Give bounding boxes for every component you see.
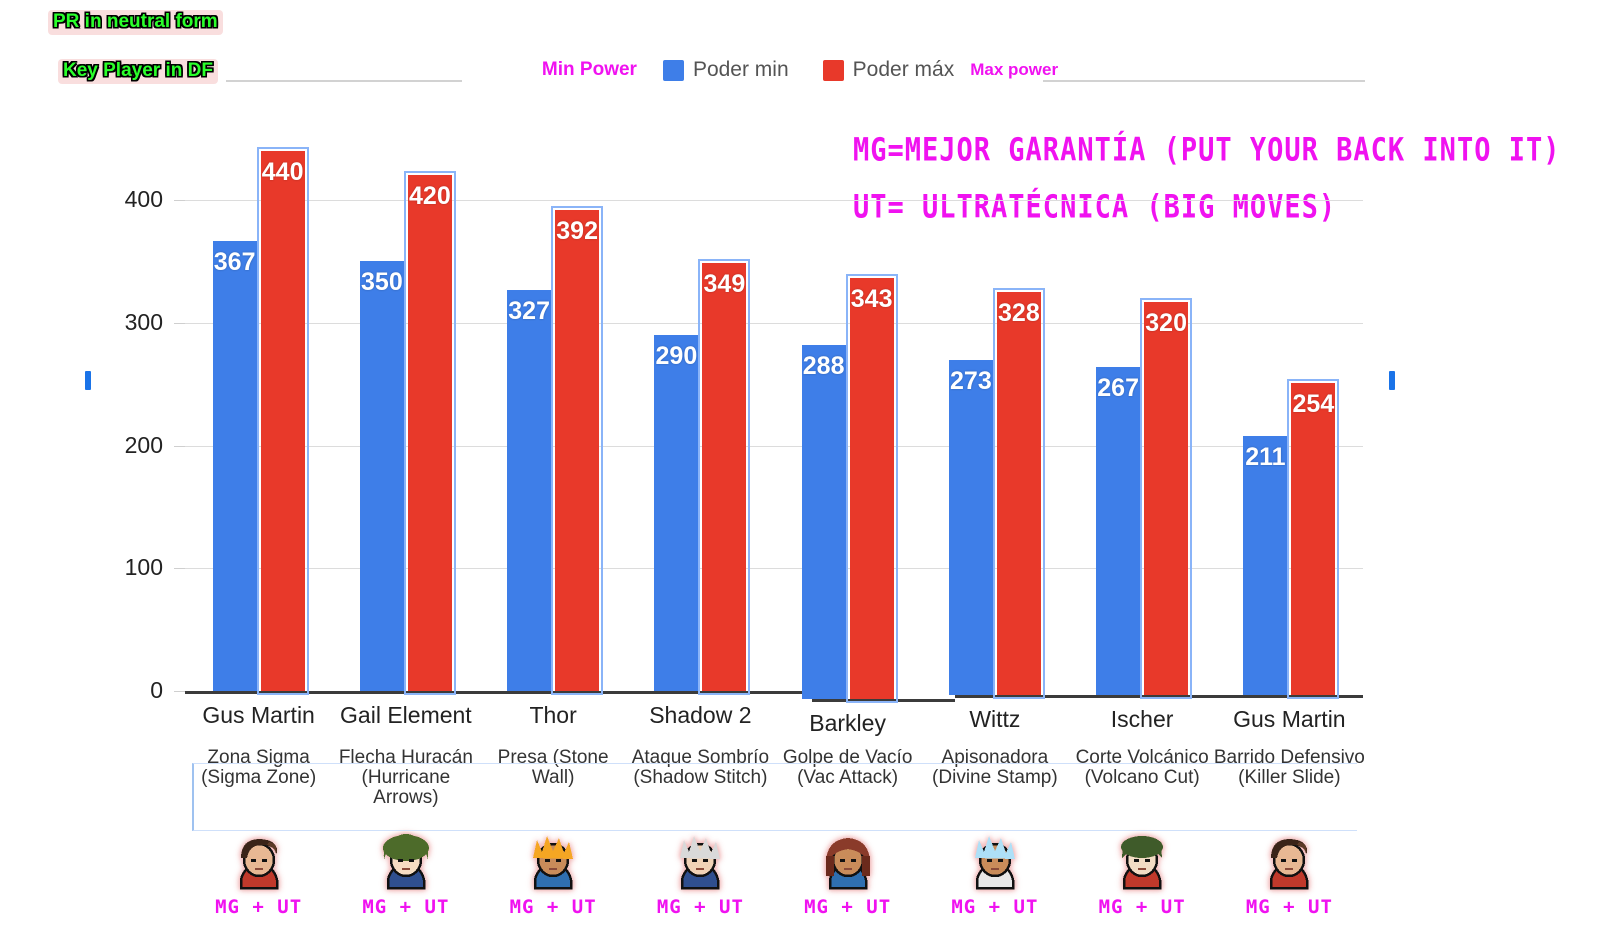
character-avatar-icon <box>1259 832 1319 894</box>
bar-poder-max[interactable]: 320 <box>1140 298 1193 699</box>
bar-value-label: 290 <box>655 342 698 371</box>
bar-value-label: 350 <box>361 268 403 297</box>
character-avatar-icon <box>1112 832 1172 894</box>
x-axis-category-label: Barkley <box>809 710 886 736</box>
bar-value-label: 328 <box>998 299 1040 328</box>
bar-poder-max[interactable]: 328 <box>992 288 1045 699</box>
x-axis-category-label: Gail Element <box>340 702 472 728</box>
x-axis-line <box>812 699 955 702</box>
y-axis-tick <box>174 568 185 570</box>
character-avatar-icon <box>376 832 436 894</box>
character-avatar-icon <box>523 832 583 894</box>
y-axis-tick <box>174 691 185 692</box>
move-name-band <box>192 763 1357 831</box>
bar-value-label: 327 <box>508 296 550 325</box>
bar-poder-max[interactable]: 254 <box>1287 379 1340 699</box>
bar-poder-min[interactable]: 290 <box>654 335 699 691</box>
bar-poder-max[interactable]: 420 <box>403 171 456 695</box>
move-type-tag: MG + UT <box>1245 896 1333 918</box>
y-axis-tick <box>174 445 185 447</box>
bar-value-label: 320 <box>1145 309 1187 338</box>
bar-poder-min[interactable]: 327 <box>507 289 552 691</box>
x-axis-category-label: Gus Martin <box>202 702 315 728</box>
y-axis-label: 400 <box>124 186 163 212</box>
x-axis-line <box>955 695 1363 698</box>
bar-poder-max[interactable]: 440 <box>256 146 309 696</box>
bar-poder-max[interactable]: 349 <box>698 258 751 696</box>
bar-poder-min[interactable]: 267 <box>1096 367 1141 695</box>
character-avatar-icon <box>229 832 289 894</box>
move-type-tag: MG + UT <box>804 896 892 918</box>
bar-poder-min[interactable]: 367 <box>212 240 257 691</box>
gridline <box>185 200 1363 201</box>
move-type-tag: MG + UT <box>951 896 1039 918</box>
bar-poder-max[interactable]: 343 <box>845 273 898 704</box>
bar-poder-min[interactable]: 273 <box>948 359 993 695</box>
bar-value-label: 440 <box>261 157 304 186</box>
chart-resize-handle-right[interactable] <box>1389 371 1395 390</box>
bar-value-label: 367 <box>213 247 256 276</box>
character-avatar-icon <box>818 832 878 894</box>
bar-value-label: 420 <box>409 182 451 211</box>
x-axis-category-label: Gus Martin <box>1233 706 1346 732</box>
character-avatar-icon <box>965 832 1025 894</box>
move-type-tag: MG + UT <box>656 896 744 918</box>
y-axis-label: 0 <box>150 677 163 703</box>
bar-value-label: 288 <box>802 352 845 381</box>
chart-resize-handle-left[interactable] <box>85 371 91 390</box>
bar-value-label: 392 <box>556 216 598 245</box>
x-axis-line <box>185 691 812 694</box>
bar-value-label: 267 <box>1097 374 1139 403</box>
y-axis-label: 100 <box>124 554 163 581</box>
character-avatar-icon <box>670 832 730 894</box>
bar-value-label: 254 <box>1292 390 1335 419</box>
bar-value-label: 349 <box>703 269 746 298</box>
x-axis-category-label: Ischer <box>1110 706 1174 732</box>
y-axis-tick <box>174 200 185 201</box>
move-type-tag: MG + UT <box>509 896 597 918</box>
move-type-tag: MG + UT <box>362 896 450 918</box>
bar-poder-min[interactable]: 288 <box>801 345 846 699</box>
x-axis-category-label: Shadow 2 <box>649 702 752 728</box>
bar-value-label: 343 <box>850 284 893 313</box>
bar-value-label: 211 <box>1245 443 1286 471</box>
bar-poder-min[interactable]: 211 <box>1243 436 1288 695</box>
move-type-tag: MG + UT <box>1098 896 1186 918</box>
bar-poder-min[interactable]: 350 <box>359 261 404 691</box>
y-axis-label: 200 <box>124 431 163 458</box>
y-axis-label: 300 <box>124 308 163 335</box>
bar-value-label: 273 <box>950 366 992 395</box>
y-axis-tick <box>174 322 185 324</box>
move-type-tag: MG + UT <box>215 896 303 918</box>
x-axis-category-label: Wittz <box>969 706 1021 732</box>
bar-poder-max[interactable]: 392 <box>551 205 604 696</box>
x-axis-category-label: Thor <box>529 702 577 728</box>
